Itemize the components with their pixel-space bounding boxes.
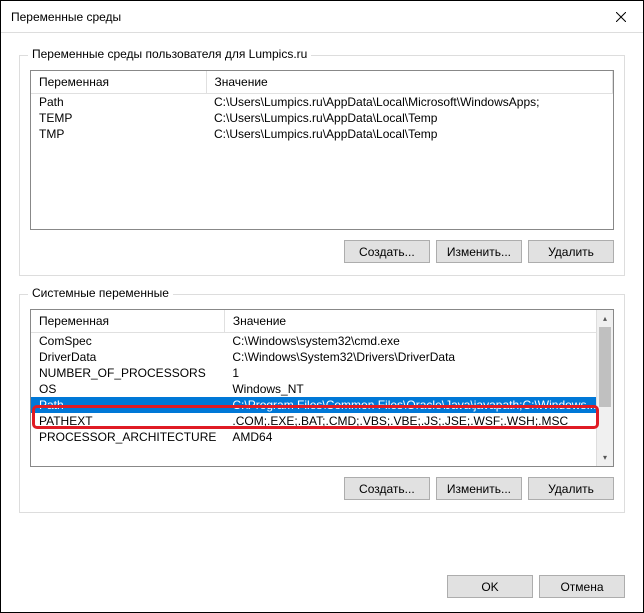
close-icon (616, 12, 626, 22)
user-delete-button[interactable]: Удалить (528, 240, 614, 263)
titlebar: Переменные среды (1, 1, 643, 33)
system-group-label: Системные переменные (28, 286, 173, 300)
table-row[interactable]: TMPC:\Users\Lumpics.ru\AppData\Local\Tem… (31, 126, 613, 142)
system-delete-button[interactable]: Удалить (528, 477, 614, 500)
sys-col-variable[interactable]: Переменная (31, 310, 224, 333)
system-new-button[interactable]: Создать... (344, 477, 430, 500)
system-variables-group: Системные переменные Переменная Значение… (19, 294, 625, 513)
system-variables-table[interactable]: Переменная Значение ComSpecC:\Windows\sy… (31, 310, 613, 445)
user-variables-table-wrap: Переменная Значение PathC:\Users\Lumpics… (30, 70, 614, 230)
user-button-row: Создать... Изменить... Удалить (30, 240, 614, 263)
close-button[interactable] (598, 1, 643, 32)
table-row[interactable]: PathC:\Users\Lumpics.ru\AppData\Local\Mi… (31, 94, 613, 111)
table-row[interactable]: PATHEXT.COM;.EXE;.BAT;.CMD;.VBS;.VBE;.JS… (31, 413, 613, 429)
table-row[interactable]: PathC:\Program Files\Common Files\Oracle… (31, 397, 613, 413)
user-variables-table[interactable]: Переменная Значение PathC:\Users\Lumpics… (31, 71, 613, 142)
scroll-thumb[interactable] (599, 327, 611, 407)
system-variables-table-wrap: Переменная Значение ComSpecC:\Windows\sy… (30, 309, 614, 467)
cancel-button[interactable]: Отмена (539, 575, 625, 598)
window-title: Переменные среды (11, 10, 121, 24)
system-scrollbar[interactable]: ▴ ▾ (596, 310, 613, 466)
user-col-value[interactable]: Значение (206, 71, 613, 94)
user-new-button[interactable]: Создать... (344, 240, 430, 263)
user-edit-button[interactable]: Изменить... (436, 240, 522, 263)
table-row[interactable]: OSWindows_NT (31, 381, 613, 397)
sys-col-value[interactable]: Значение (224, 310, 612, 333)
user-variables-group: Переменные среды пользователя для Lumpic… (19, 55, 625, 276)
scroll-down-icon[interactable]: ▾ (597, 449, 613, 466)
table-row[interactable]: DriverDataC:\Windows\System32\Drivers\Dr… (31, 349, 613, 365)
dialog-footer: OK Отмена (1, 563, 643, 612)
user-col-variable[interactable]: Переменная (31, 71, 206, 94)
scroll-up-icon[interactable]: ▴ (597, 310, 613, 327)
table-row[interactable]: PROCESSOR_ARCHITECTUREAMD64 (31, 429, 613, 445)
table-row[interactable]: ComSpecC:\Windows\system32\cmd.exe (31, 333, 613, 350)
dialog-content: Переменные среды пользователя для Lumpic… (1, 33, 643, 563)
environment-variables-dialog: Переменные среды Переменные среды пользо… (0, 0, 644, 613)
ok-button[interactable]: OK (447, 575, 533, 598)
table-row[interactable]: NUMBER_OF_PROCESSORS1 (31, 365, 613, 381)
system-button-row: Создать... Изменить... Удалить (30, 477, 614, 500)
system-edit-button[interactable]: Изменить... (436, 477, 522, 500)
user-group-label: Переменные среды пользователя для Lumpic… (28, 47, 311, 61)
table-row[interactable]: TEMPC:\Users\Lumpics.ru\AppData\Local\Te… (31, 110, 613, 126)
